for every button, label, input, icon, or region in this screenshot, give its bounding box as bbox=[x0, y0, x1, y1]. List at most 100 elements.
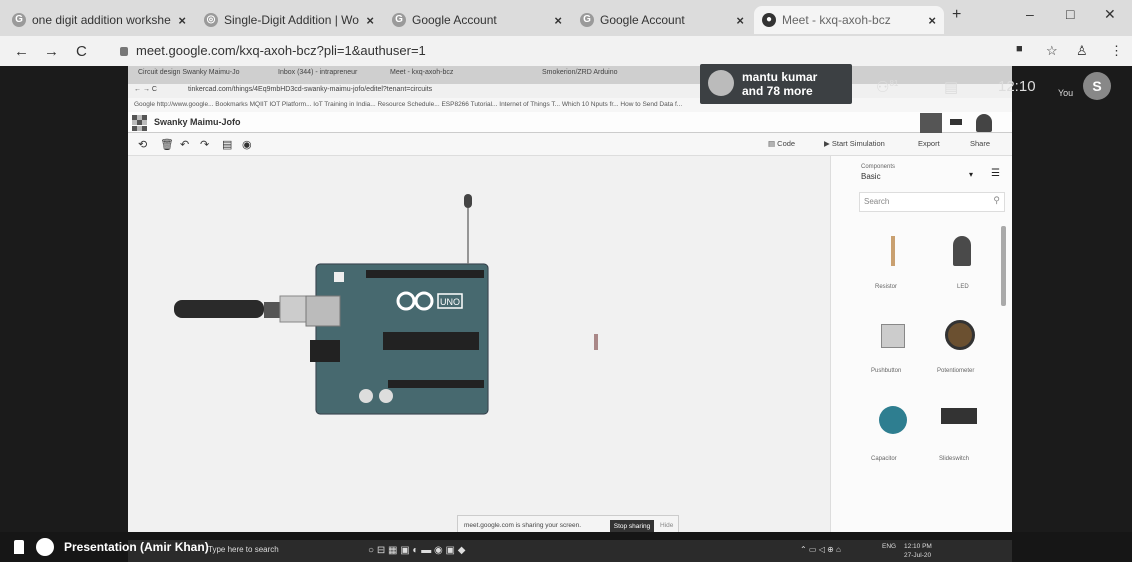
hide-button[interactable]: Hide bbox=[660, 522, 673, 529]
delete-icon[interactable]: 🗑 bbox=[160, 138, 174, 151]
play-icon: ▶ bbox=[824, 139, 832, 148]
undo-icon[interactable]: ↶ bbox=[180, 138, 189, 151]
participant-name: mantu kumar bbox=[742, 70, 818, 84]
pushbutton-icon[interactable] bbox=[881, 324, 905, 348]
page-icon: ◎ bbox=[204, 13, 218, 27]
tinkercad-header: Swanky Maimu-Jofo bbox=[128, 112, 1012, 133]
tab-label: Google Account bbox=[600, 13, 685, 27]
inner-tab: Inbox (344) - intrapreneur bbox=[278, 69, 358, 76]
back-button[interactable]: ← bbox=[14, 43, 29, 60]
user-avatar[interactable] bbox=[976, 114, 992, 132]
taskbar-time: 12:10 PM bbox=[904, 543, 932, 550]
board-logo: UNO bbox=[440, 297, 460, 307]
taskbar-lang: ENG bbox=[882, 543, 897, 550]
inner-bookmarks-bar: Google http://www.google... Bookmarks MQ… bbox=[128, 98, 1012, 112]
components-label: Components bbox=[861, 164, 896, 170]
participant-more: and 78 more bbox=[742, 84, 813, 98]
start-simulation-button[interactable]: ▶ Start Simulation bbox=[824, 139, 885, 148]
star-icon[interactable]: ☆ bbox=[1046, 43, 1058, 59]
close-icon[interactable]: × bbox=[928, 13, 936, 28]
component-search-input[interactable]: Search ⚲ bbox=[859, 192, 1005, 212]
circuit-view-button[interactable] bbox=[920, 113, 942, 133]
inner-url: tinkercad.com/things/4Eq9mbHD3cd-swanky-… bbox=[188, 86, 433, 93]
address-bar: ← → C meet.google.com/kxq-axoh-bcz?pli=1… bbox=[0, 36, 1132, 66]
part-label: Capacitor bbox=[871, 456, 897, 462]
url-field[interactable]: meet.google.com/kxq-axoh-bcz?pli=1&authu… bbox=[120, 43, 426, 58]
lock-icon bbox=[120, 47, 128, 57]
tab-label: Meet - kxq-axoh-bcz bbox=[782, 13, 891, 27]
redo-icon[interactable]: ↷ bbox=[200, 138, 209, 151]
close-window-button[interactable]: ✕ bbox=[1104, 6, 1116, 23]
people-icon: ⚇ bbox=[876, 79, 890, 96]
taskbar-date: 27-Jul-20 bbox=[904, 552, 932, 559]
pin-icon[interactable] bbox=[14, 540, 24, 554]
components-dropdown[interactable]: Basic bbox=[861, 172, 881, 181]
forward-button[interactable]: → bbox=[44, 43, 59, 60]
reload-button[interactable]: C bbox=[76, 43, 87, 60]
camera-icon[interactable]: ■ bbox=[1016, 43, 1023, 55]
maximize-button[interactable]: □ bbox=[1066, 6, 1074, 22]
export-button[interactable]: Export bbox=[918, 139, 940, 148]
slideswitch-icon[interactable] bbox=[941, 408, 977, 424]
circuit-canvas[interactable]: UNO bbox=[128, 156, 830, 532]
list-view-icon[interactable] bbox=[950, 119, 962, 125]
code-button[interactable]: ▤ Code bbox=[768, 139, 795, 148]
tab-addition-worksheet[interactable]: G one digit addition workshe × bbox=[4, 6, 194, 34]
extension-icon[interactable]: ♙ bbox=[1076, 43, 1088, 59]
google-icon: G bbox=[12, 13, 26, 27]
capacitor-icon[interactable] bbox=[879, 406, 907, 434]
inner-nav-icons: ← → C bbox=[134, 86, 157, 93]
tab-label: Single-Digit Addition | Wo bbox=[224, 13, 359, 27]
close-icon[interactable]: × bbox=[736, 13, 744, 28]
part-label: Resistor bbox=[875, 284, 898, 290]
resistor-icon[interactable] bbox=[891, 236, 895, 266]
inner-tab: Meet - kxq-axoh-bcz bbox=[390, 69, 454, 76]
meet-icon: ● bbox=[762, 13, 776, 27]
tab-single-digit-addition[interactable]: ◎ Single-Digit Addition | Wo × bbox=[196, 6, 382, 34]
eye-icon[interactable]: ◉ bbox=[242, 138, 252, 151]
self-avatar[interactable]: S bbox=[1083, 72, 1111, 100]
code-icon: ▤ bbox=[768, 139, 778, 148]
list-icon[interactable]: ☰ bbox=[991, 168, 1000, 179]
taskbar-app-icons[interactable]: ○ ⊟ ▦ ▣ ◐ ▬ ◉ ▣ ◆ bbox=[368, 545, 465, 556]
components-panel: Components Basic ▾ ☰ Search ⚲ Resistor L… bbox=[830, 156, 1012, 532]
part-label: LED bbox=[957, 284, 969, 290]
google-icon: G bbox=[580, 13, 594, 27]
tab-google-account-2[interactable]: G Google Account × bbox=[572, 6, 752, 34]
tinkercad-toolbar: ⟲ 🗑 ↶ ↷ ▤ ◉ ▤ Code ▶ Start Simulation Ex… bbox=[128, 133, 1012, 156]
shared-screen: Circuit design Swanky Maimu-Jo Inbox (34… bbox=[128, 66, 1012, 532]
chat-icon[interactable]: ▤ bbox=[944, 78, 958, 96]
minimize-button[interactable]: – bbox=[1026, 6, 1034, 22]
participant-avatar bbox=[708, 70, 734, 96]
close-icon[interactable]: × bbox=[178, 13, 186, 28]
tab-google-account-1[interactable]: G Google Account × bbox=[384, 6, 570, 34]
self-label: You bbox=[1058, 88, 1074, 98]
inner-tab: Circuit design Swanky Maimu-Jo bbox=[138, 69, 240, 76]
menu-icon[interactable]: ⋮ bbox=[1110, 43, 1123, 59]
arduino-circuit-drawing: UNO bbox=[174, 194, 598, 415]
inner-tab: Smokerion/ZRD Arduino bbox=[542, 69, 618, 76]
tab-label: Google Account bbox=[412, 13, 497, 27]
chevron-down-icon[interactable]: ▾ bbox=[969, 170, 973, 179]
tab-meet[interactable]: ● Meet - kxq-axoh-bcz × bbox=[754, 6, 944, 34]
notes-icon[interactable]: ▤ bbox=[222, 138, 232, 151]
taskbar-search[interactable]: Type here to search bbox=[208, 545, 279, 554]
panel-scrollbar[interactable] bbox=[1001, 226, 1006, 306]
presenter-avatar-icon bbox=[36, 538, 54, 556]
rotate-icon[interactable]: ⟲ bbox=[138, 138, 147, 151]
new-tab-button[interactable]: + bbox=[952, 6, 961, 24]
close-icon[interactable]: × bbox=[366, 13, 374, 28]
participant-tile[interactable]: mantu kumar and 78 more bbox=[700, 64, 852, 104]
people-button[interactable]: ⚇81 bbox=[876, 78, 898, 96]
browser-tab-strip: G one digit addition workshe × ◎ Single-… bbox=[0, 0, 1132, 36]
close-icon[interactable]: × bbox=[554, 13, 562, 28]
tinkercad-logo bbox=[132, 115, 148, 131]
part-label: Pushbutton bbox=[871, 368, 902, 374]
part-label: Potentiometer bbox=[937, 368, 975, 374]
meet-stage: Circuit design Swanky Maimu-Jo Inbox (34… bbox=[0, 64, 1132, 532]
potentiometer-icon[interactable] bbox=[945, 320, 975, 350]
share-button[interactable]: Share bbox=[970, 139, 990, 148]
project-title[interactable]: Swanky Maimu-Jofo bbox=[154, 117, 241, 127]
google-icon: G bbox=[392, 13, 406, 27]
led-icon[interactable] bbox=[953, 236, 971, 266]
